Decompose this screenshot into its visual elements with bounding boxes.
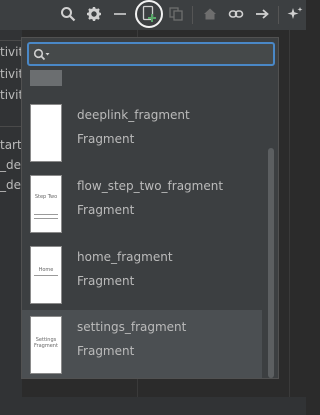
- toolbar-separator: [192, 6, 193, 24]
- destination-kind: Fragment: [77, 132, 135, 146]
- list-item[interactable]: [22, 70, 262, 90]
- minimize-icon: [112, 6, 128, 22]
- thumbnail-line: [34, 218, 58, 219]
- panel-border: [289, 30, 290, 415]
- panel-item[interactable]: _de: [0, 158, 21, 172]
- auto-arrange-button[interactable]: [284, 3, 306, 25]
- thumbnail-line: [34, 214, 58, 215]
- destination-list: deeplink_fragment Fragment Step Two flow…: [22, 70, 278, 378]
- destination-name: flow_step_two_fragment: [77, 179, 224, 193]
- panel-item[interactable]: tart: [0, 138, 22, 152]
- destination-name: home_fragment: [77, 250, 173, 264]
- panel-divider: [0, 40, 22, 41]
- search-icon: [33, 47, 51, 66]
- arrow-right-icon: [254, 6, 270, 22]
- add-action-button[interactable]: [251, 3, 273, 25]
- panel-item[interactable]: _de: [0, 178, 21, 192]
- thumbnail-text: Home: [38, 267, 54, 273]
- scrollbar[interactable]: [268, 148, 274, 378]
- list-item[interactable]: Step Two flow_step_two_fragment Fragment: [22, 169, 262, 241]
- new-destination-button[interactable]: [138, 3, 160, 25]
- destination-name: settings_fragment: [77, 320, 187, 334]
- panel-item[interactable]: tivit: [0, 88, 22, 102]
- home-icon: [202, 6, 218, 22]
- list-item-selected[interactable]: Settings Fragment settings_fragment Frag…: [22, 310, 262, 378]
- toolbar-separator: [278, 6, 279, 24]
- destination-thumbnail: [30, 104, 62, 162]
- destination-thumbnail: Home: [30, 246, 62, 304]
- list-item[interactable]: Home home_fragment Fragment: [22, 240, 262, 312]
- copy-button[interactable]: [165, 3, 187, 25]
- destination-thumbnail: [30, 70, 62, 86]
- hide-button[interactable]: [109, 3, 131, 25]
- auto-arrange-icon: [287, 6, 303, 22]
- new-destination-popup: deeplink_fragment Fragment Step Two flow…: [21, 37, 279, 379]
- thumbnail-line: [34, 275, 58, 276]
- panel-divider: [0, 126, 22, 127]
- destination-thumbnail: Settings Fragment: [30, 316, 62, 374]
- link-icon: [228, 6, 244, 22]
- new-destination-icon: [141, 5, 157, 23]
- bottom-strip: [0, 397, 306, 415]
- list-item[interactable]: deeplink_fragment Fragment: [22, 98, 262, 170]
- destination-thumbnail: Step Two: [30, 175, 62, 233]
- toolbar: [0, 0, 306, 30]
- thumbnail-text: Settings Fragment: [34, 337, 58, 349]
- destination-kind: Fragment: [77, 344, 135, 358]
- destination-name: deeplink_fragment: [77, 108, 190, 122]
- destination-kind: Fragment: [77, 274, 135, 288]
- gear-icon: [86, 6, 102, 22]
- panel-item[interactable]: tivit: [0, 45, 22, 59]
- copy-icon: [168, 6, 184, 22]
- search-icon: [60, 6, 76, 22]
- search-field[interactable]: [27, 42, 275, 66]
- search-button[interactable]: [57, 3, 79, 25]
- destinations-panel: tivit tivit tivit tart _de _de: [0, 30, 22, 415]
- destination-kind: Fragment: [77, 203, 135, 217]
- settings-button[interactable]: [83, 3, 105, 25]
- panel-item[interactable]: tivit: [0, 67, 22, 81]
- link-button[interactable]: [225, 3, 247, 25]
- search-input[interactable]: [53, 46, 271, 64]
- home-button[interactable]: [199, 3, 221, 25]
- thumbnail-text: Step Two: [34, 194, 58, 200]
